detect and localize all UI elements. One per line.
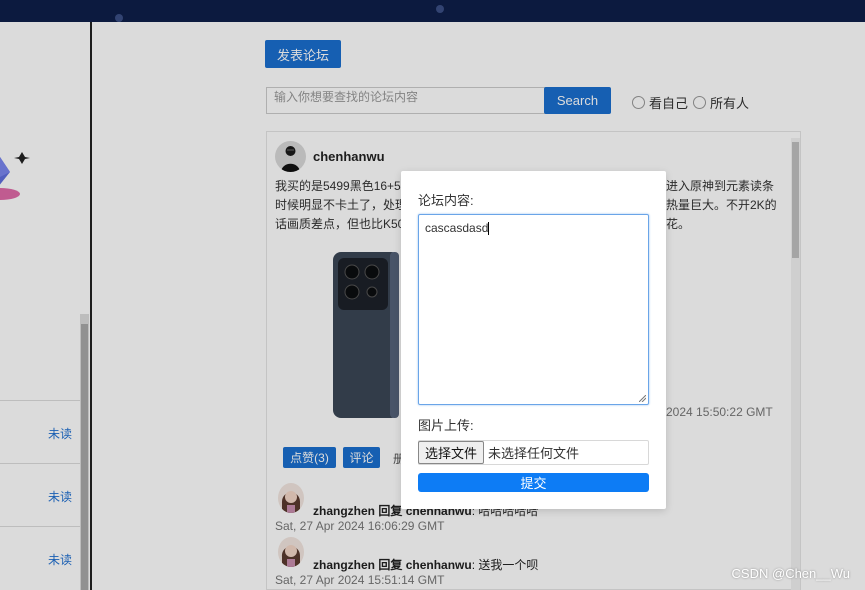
text-caret	[488, 222, 490, 236]
content-value: cascasdasd	[425, 221, 489, 235]
content-label: 论坛内容:	[418, 193, 474, 208]
file-status: 未选择任何文件	[488, 446, 580, 461]
watermark: CSDN @Chen__Wu	[731, 566, 850, 581]
content-textarea[interactable]: cascasdasd	[418, 214, 649, 405]
resize-handle-icon[interactable]	[639, 395, 646, 402]
post-dialog: 论坛内容: cascasdasd 图片上传: 选择文件 未选择任何文件 提交	[401, 171, 666, 509]
image-upload-label: 图片上传:	[418, 418, 474, 433]
file-input[interactable]: 选择文件 未选择任何文件	[418, 440, 649, 465]
choose-file-button[interactable]: 选择文件	[418, 441, 485, 464]
submit-button[interactable]: 提交	[418, 473, 649, 492]
